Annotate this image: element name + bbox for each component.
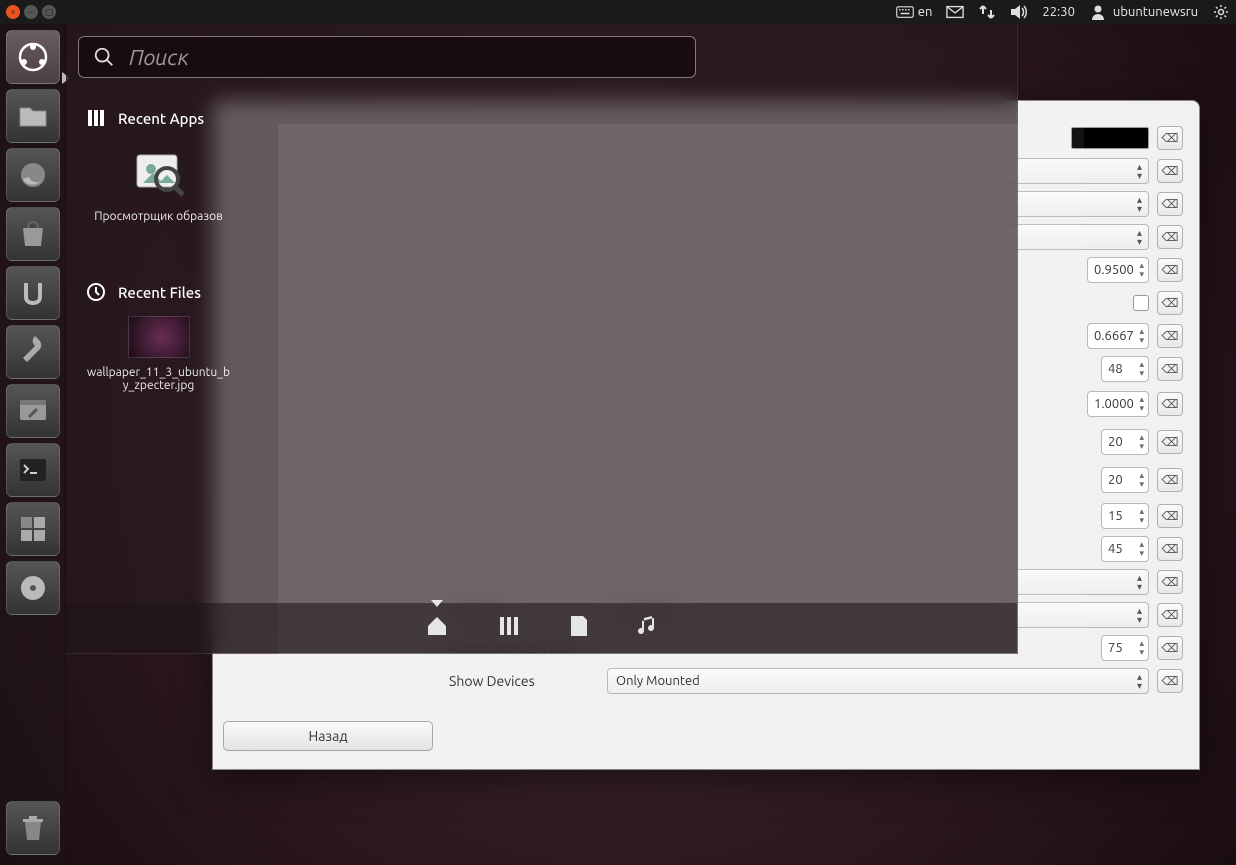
search-icon (93, 46, 115, 68)
launcher-sys-settings[interactable] (6, 384, 60, 438)
top-panel: × − ▢ en 22:30 ubuntunewsru (0, 0, 1236, 24)
home-icon (425, 614, 449, 638)
lens-home[interactable] (425, 614, 449, 642)
launcher-firefox[interactable] (6, 148, 60, 202)
minimize-button[interactable]: − (24, 5, 38, 19)
launcher-settings[interactable] (6, 325, 60, 379)
ccsm-back: Назад (223, 721, 433, 751)
image-viewer-icon (128, 142, 190, 204)
reset-button[interactable]: ⌫ (1157, 669, 1183, 693)
maximize-button[interactable]: ▢ (42, 5, 56, 19)
spin-input[interactable]: 1.0000▴▾ (1087, 391, 1149, 417)
launcher-software-center[interactable] (6, 207, 60, 261)
spin-automaximize[interactable]: 75▴▾ (1101, 635, 1149, 661)
ubuntu-logo-icon (17, 41, 49, 73)
firefox-icon (17, 159, 49, 191)
trash-icon (17, 812, 49, 844)
workspace-icon (17, 513, 49, 545)
apps-header-icon (86, 108, 106, 128)
launcher-trash[interactable] (6, 801, 60, 855)
dash-button[interactable] (6, 30, 60, 84)
back-button[interactable]: Назад (223, 721, 433, 751)
launcher-terminal[interactable] (6, 443, 60, 497)
lens-applications[interactable] (497, 614, 521, 642)
reset-button[interactable]: ⌫ (1157, 537, 1183, 561)
file-icon (569, 614, 589, 638)
lens-files[interactable] (569, 614, 589, 642)
checkbox[interactable] (1133, 295, 1149, 311)
recent-apps-section: Recent Apps Просмотрщик образов (86, 108, 231, 223)
terminal-icon (17, 454, 49, 486)
reset-button[interactable]: ⌫ (1157, 430, 1183, 454)
panel-indicators: en 22:30 ubuntunewsru (896, 4, 1230, 20)
reset-button[interactable]: ⌫ (1157, 225, 1183, 249)
recent-files-section: Recent Files wallpaper_11_3_ubuntu_by_zp… (86, 282, 231, 392)
launcher-unity[interactable] (6, 266, 60, 320)
close-button[interactable]: × (6, 5, 20, 19)
spin-input[interactable]: 45▴▾ (1101, 536, 1149, 562)
reset-button[interactable]: ⌫ (1157, 357, 1183, 381)
reset-button[interactable]: ⌫ (1157, 636, 1183, 660)
keyboard-indicator[interactable]: en (896, 4, 933, 20)
app-tile-image-viewer[interactable]: Просмотрщик образов (86, 142, 231, 223)
search-placeholder: Поиск (129, 45, 189, 70)
apps-icon (497, 614, 521, 638)
dash: Поиск Recent Apps Просмотрщик образов Re… (66, 24, 1018, 654)
gear-icon[interactable] (1212, 4, 1230, 20)
reset-button[interactable]: ⌫ (1157, 324, 1183, 348)
lens-music[interactable] (637, 614, 659, 642)
spin-input[interactable]: 15▴▾ (1101, 503, 1149, 529)
lens-bar (66, 603, 1017, 653)
wrench-icon (17, 336, 49, 368)
bag-icon (17, 218, 49, 250)
volume-icon[interactable] (1010, 4, 1028, 20)
user-indicator[interactable]: ubuntunewsru (1089, 4, 1198, 20)
spin-input[interactable]: 0.9500▴▾ (1087, 257, 1149, 283)
reset-button[interactable]: ⌫ (1157, 392, 1183, 416)
clock[interactable]: 22:30 (1042, 5, 1075, 19)
folder-icon (17, 100, 49, 132)
reset-button[interactable]: ⌫ (1157, 258, 1183, 282)
select-show-devices[interactable]: Only Mounted▴▾ (607, 668, 1149, 694)
window-controls: × − ▢ (6, 5, 56, 19)
blurred-zone (278, 124, 1084, 677)
reset-button[interactable]: ⌫ (1157, 192, 1183, 216)
launcher-disc[interactable] (6, 561, 60, 615)
spin-input[interactable]: 20▴▾ (1101, 467, 1149, 493)
reset-button[interactable]: ⌫ (1157, 291, 1183, 315)
spin-input[interactable]: 48▴▾ (1101, 356, 1149, 382)
recent-apps-header: Recent Apps (86, 108, 231, 128)
user-icon (1089, 4, 1107, 20)
network-icon[interactable] (978, 4, 996, 20)
reset-button[interactable]: ⌫ (1157, 126, 1183, 150)
setting-show-devices: Show Devices Only Mounted▴▾ ⌫ (449, 664, 1183, 697)
file-tile-wallpaper[interactable]: wallpaper_11_3_ubuntu_by_zpecter.jpg (86, 316, 231, 392)
reset-button[interactable]: ⌫ (1157, 159, 1183, 183)
reset-button[interactable]: ⌫ (1157, 603, 1183, 627)
spin-input[interactable]: 0.6667▴▾ (1087, 323, 1149, 349)
keyboard-icon (896, 4, 914, 20)
disc-icon (17, 572, 49, 604)
recent-files-header: Recent Files (86, 282, 231, 302)
dash-search[interactable]: Поиск (78, 36, 696, 78)
launcher (0, 24, 66, 865)
file-thumbnail (128, 316, 190, 358)
window-wrench-icon (17, 395, 49, 427)
reset-button[interactable]: ⌫ (1157, 468, 1183, 492)
letter-u-icon (17, 277, 49, 309)
clock-icon (86, 282, 106, 302)
music-icon (637, 614, 659, 638)
spin-input[interactable]: 20▴▾ (1101, 429, 1149, 455)
color-swatch[interactable] (1071, 127, 1149, 149)
launcher-files[interactable] (6, 89, 60, 143)
launcher-workspace[interactable] (6, 502, 60, 556)
reset-button[interactable]: ⌫ (1157, 570, 1183, 594)
reset-button[interactable]: ⌫ (1157, 504, 1183, 528)
mail-icon[interactable] (946, 4, 964, 20)
